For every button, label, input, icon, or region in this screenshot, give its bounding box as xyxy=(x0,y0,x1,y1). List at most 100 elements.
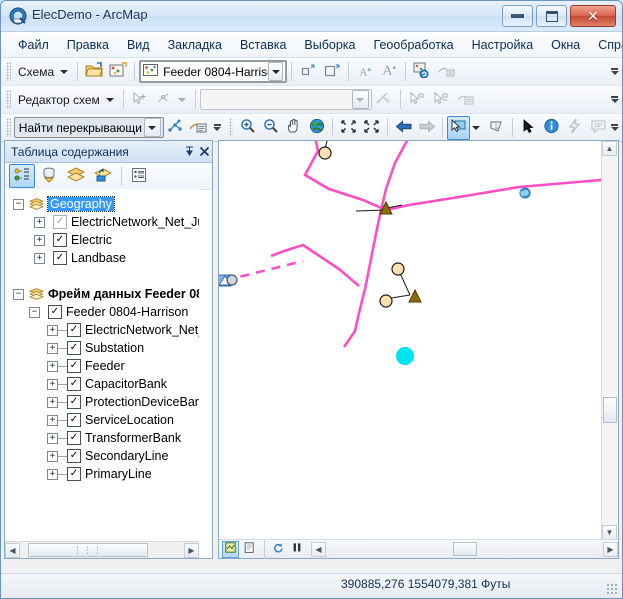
pause-drawing-button[interactable] xyxy=(288,541,305,558)
new-diagram-button[interactable] xyxy=(106,60,130,84)
increase-label-size-button[interactable]: A▴ xyxy=(377,60,401,84)
find-overlapping-dropdown[interactable] xyxy=(143,118,161,137)
close-icon[interactable] xyxy=(197,144,212,159)
toolbar-overflow-button[interactable] xyxy=(610,117,621,139)
pan-to-selection-button[interactable] xyxy=(320,60,344,84)
toc-layer-primaryline[interactable]: + ✓ PrimaryLine xyxy=(5,465,199,483)
toolbar-grip[interactable] xyxy=(6,90,11,109)
collapse-icon[interactable]: − xyxy=(29,306,40,318)
scroll-right-icon[interactable]: ▶ xyxy=(184,542,199,558)
collapse-icon[interactable]: − xyxy=(13,198,24,210)
toc-layer-feeder[interactable]: + ✓ Feeder xyxy=(5,357,199,375)
layer-visibility-checkbox[interactable]: ✓ xyxy=(67,395,81,409)
hyperlink-button[interactable] xyxy=(563,116,586,140)
find-attributes-button[interactable] xyxy=(187,116,210,140)
toc-group-feeder-0804[interactable]: − ✓ Feeder 0804-Harrison xyxy=(5,303,199,321)
expand-icon[interactable]: + xyxy=(47,396,58,408)
select-by-rectangle-button[interactable] xyxy=(447,115,471,140)
toc-layer-servicelocation[interactable]: + ✓ ServiceLocation xyxy=(5,411,199,429)
toolbar-overflow-button[interactable] xyxy=(212,117,223,139)
schematic-move-button[interactable] xyxy=(128,88,152,112)
fixed-zoom-out-button[interactable] xyxy=(360,116,383,140)
schematic-editor-menu-button[interactable]: Редактор схем xyxy=(14,91,104,109)
layer-visibility-checkbox[interactable]: ✓ xyxy=(53,215,67,229)
layer-visibility-checkbox[interactable]: ✓ xyxy=(67,431,81,445)
zoom-out-button[interactable] xyxy=(259,116,282,140)
schematic-select-features-button[interactable] xyxy=(405,88,429,112)
toc-frame-geography[interactable]: − Geography xyxy=(5,195,199,213)
pan-button[interactable] xyxy=(282,116,305,140)
toolbar-grip[interactable] xyxy=(6,118,11,137)
toolbar-grip[interactable] xyxy=(228,118,234,137)
expand-icon[interactable]: + xyxy=(34,216,45,228)
expand-icon[interactable]: + xyxy=(47,414,58,426)
toc-layer-electricnetwork-net-j[interactable]: + ✓ ElectricNetwork_Net_J xyxy=(5,321,199,339)
toc-layer-capacitorbank[interactable]: + ✓ CapacitorBank xyxy=(5,375,199,393)
expand-icon[interactable]: + xyxy=(47,450,58,462)
zoom-in-button[interactable] xyxy=(236,116,259,140)
menu-file[interactable]: Файл xyxy=(9,34,58,56)
fixed-zoom-in-button[interactable] xyxy=(337,116,360,140)
scroll-down-icon[interactable]: ▼ xyxy=(602,525,617,540)
layer-visibility-checkbox[interactable]: ✓ xyxy=(53,233,67,247)
toc-layer-transformerbank[interactable]: + ✓ TransformerBank xyxy=(5,429,199,447)
scroll-left-icon[interactable]: ◀ xyxy=(311,541,326,557)
chevron-down-icon[interactable] xyxy=(472,125,481,130)
layer-visibility-checkbox[interactable]: ✓ xyxy=(67,359,81,373)
minimize-button[interactable] xyxy=(502,5,533,27)
toc-frame-feeder[interactable]: − Фрейм данных Feeder 080 xyxy=(5,285,199,303)
menu-help[interactable]: Справка xyxy=(589,34,622,56)
pin-icon[interactable] xyxy=(182,144,197,159)
resize-grip[interactable] xyxy=(606,583,618,595)
chevron-down-icon[interactable] xyxy=(60,69,69,74)
toolbar-overflow-button[interactable] xyxy=(609,89,620,111)
menu-bookmarks[interactable]: Закладка xyxy=(159,34,231,56)
select-by-polygon-button[interactable] xyxy=(485,116,508,140)
expand-icon[interactable]: + xyxy=(34,252,45,264)
chevron-down-icon[interactable] xyxy=(105,97,114,102)
expand-icon[interactable]: + xyxy=(34,234,45,246)
toolbar-overflow-button[interactable] xyxy=(609,61,620,83)
decrease-label-size-button[interactable]: A▴ xyxy=(353,60,377,84)
expand-icon[interactable]: + xyxy=(47,324,58,336)
schematic-connect-button[interactable] xyxy=(152,88,176,112)
layer-visibility-checkbox[interactable]: ✓ xyxy=(67,449,81,463)
identify-button[interactable] xyxy=(540,116,563,140)
layer-visibility-checkbox[interactable]: ✓ xyxy=(53,251,67,265)
layout-view-button[interactable] xyxy=(241,541,258,558)
map-canvas[interactable] xyxy=(219,141,602,540)
map-vertical-scrollbar[interactable]: ▲ ▼ xyxy=(601,141,618,540)
data-view-button[interactable] xyxy=(222,540,239,558)
layer-visibility-checkbox[interactable]: ✓ xyxy=(67,467,81,481)
open-diagram-button[interactable] xyxy=(82,60,106,84)
schematic-select-related-button[interactable] xyxy=(429,88,453,112)
layer-visibility-checkbox[interactable]: ✓ xyxy=(67,377,81,391)
schematic-task-combo-dropdown[interactable] xyxy=(351,90,369,109)
diagram-combo-dropdown[interactable] xyxy=(268,62,284,81)
schema-menu-button[interactable]: Схема xyxy=(14,63,58,81)
layer-visibility-checkbox[interactable]: ✓ xyxy=(67,413,81,427)
collapse-icon[interactable]: − xyxy=(13,288,24,300)
chevron-down-icon[interactable] xyxy=(177,97,186,102)
scroll-up-icon[interactable]: ▲ xyxy=(602,141,617,156)
schematic-attributes-button[interactable] xyxy=(453,88,477,112)
full-extent-button[interactable] xyxy=(305,116,328,140)
toc-tab-source[interactable] xyxy=(36,164,62,188)
toc-layer-electric[interactable]: + ✓ Electric xyxy=(5,231,199,249)
find-network-button[interactable] xyxy=(164,116,187,140)
expand-icon[interactable]: + xyxy=(47,432,58,444)
go-back-extent-button[interactable] xyxy=(392,116,415,140)
toc-tree[interactable]: − Geography + ✓ ElectricNetwork_Net_Junc xyxy=(5,189,199,541)
schematic-task-combo[interactable] xyxy=(199,89,372,110)
refresh-diagram-button[interactable] xyxy=(410,60,434,84)
toc-layer-protectiondevicebank[interactable]: + ✓ ProtectionDeviceBank xyxy=(5,393,199,411)
menu-view[interactable]: Вид xyxy=(118,34,159,56)
maximize-button[interactable] xyxy=(536,5,567,27)
map-scroll-thumb[interactable] xyxy=(603,397,617,423)
go-forward-extent-button[interactable] xyxy=(415,116,438,140)
toc-layer-substation[interactable]: + ✓ Substation xyxy=(5,339,199,357)
scroll-left-icon[interactable]: ◀ xyxy=(5,542,20,558)
toc-tab-selection[interactable] xyxy=(90,164,116,188)
toc-tab-visibility[interactable] xyxy=(63,164,89,188)
refresh-view-button[interactable] xyxy=(269,541,286,558)
